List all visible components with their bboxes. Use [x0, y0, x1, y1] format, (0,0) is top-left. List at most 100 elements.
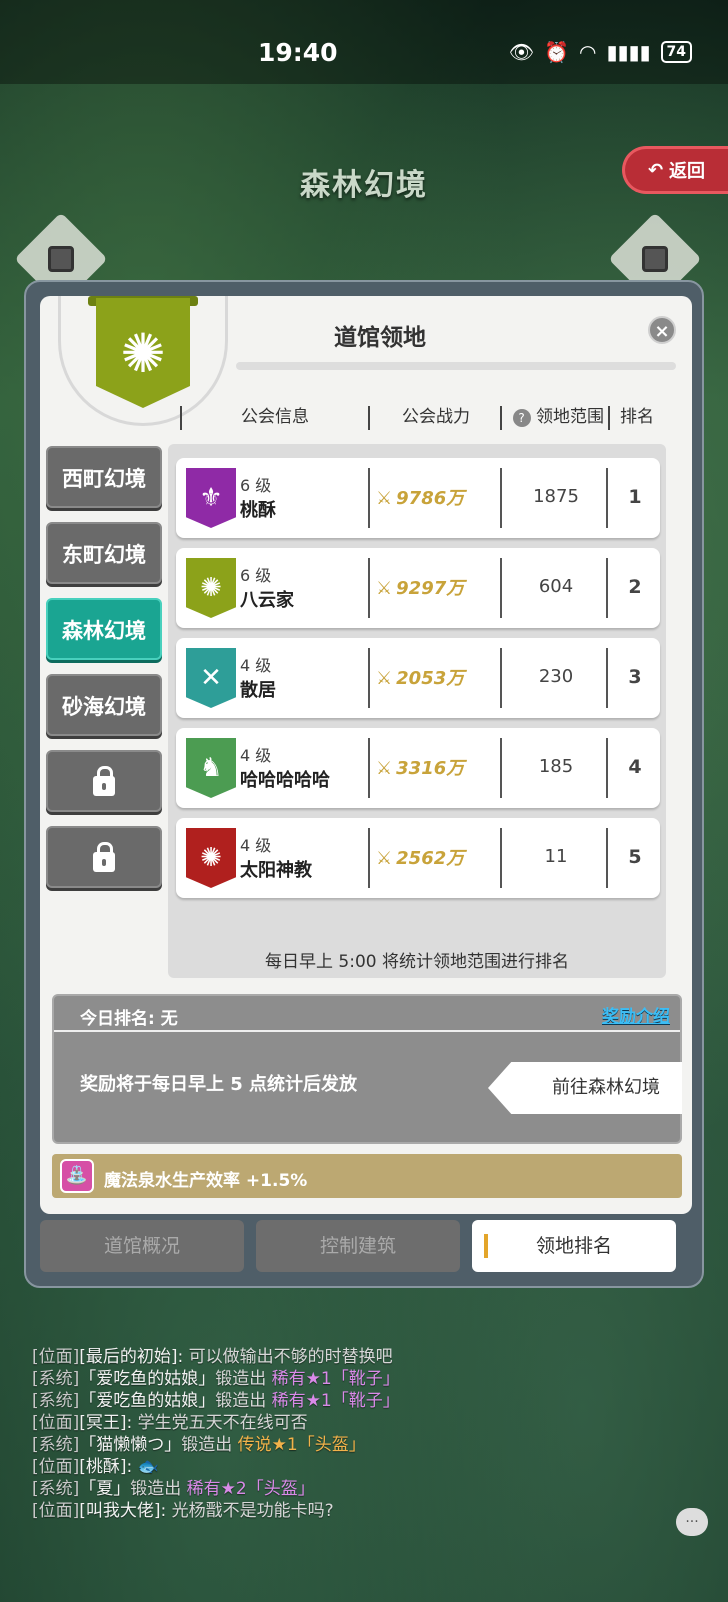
- alarm-icon: ⏰: [544, 40, 570, 64]
- lock-icon: [93, 766, 115, 796]
- tab-territory-ranking[interactable]: 领地排名: [472, 1220, 676, 1272]
- chat-sender[interactable]: [最后的初始]:: [79, 1347, 183, 1367]
- status-time: 19:40: [258, 38, 338, 67]
- guild-power-value: 9786万: [396, 488, 465, 509]
- ranking-row[interactable]: ♞ 4 级 哈哈哈哈哈 ⚔ 3316万 185 4: [176, 728, 660, 808]
- chat-message: 学生党五天不在线可否: [132, 1413, 308, 1433]
- chat-line: [位面][最后的初始]: 可以做输出不够的时替换吧: [32, 1346, 692, 1368]
- guild-power: ⚔ 2053万: [376, 664, 500, 690]
- buff-bar: ⛲ 魔法泉水生产效率 +1.5%: [52, 1154, 682, 1198]
- chat-line: [位面][冥王]: 学生党五天不在线可否: [32, 1412, 692, 1434]
- guild-power: ⚔ 2562万: [376, 844, 500, 870]
- back-button-label: 返回: [669, 161, 706, 182]
- rank-number: 1: [628, 486, 642, 508]
- chat-item-link[interactable]: 稀有★1「靴子」: [272, 1369, 400, 1389]
- chat-sender[interactable]: 「爱吃鱼的姑娘」: [79, 1391, 215, 1411]
- chat-sender[interactable]: 「夏」: [79, 1479, 130, 1499]
- region-tab-locked[interactable]: [46, 826, 162, 888]
- region-tab-forest[interactable]: 森林幻境: [46, 598, 162, 660]
- row-divider: [368, 648, 370, 708]
- sun-icon: ✺: [186, 828, 236, 888]
- row-divider: [368, 558, 370, 618]
- return-arrow-icon: ↶: [647, 159, 664, 181]
- header-guild-info: 公会信息: [241, 407, 309, 427]
- chat-item-link[interactable]: 稀有★2「头盔」: [187, 1479, 315, 1499]
- guild-name: 散居: [240, 680, 276, 701]
- reward-intro-link[interactable]: 奖励介绍: [602, 1002, 670, 1027]
- chat-line: [系统]「夏」锻造出 稀有★2「头盔」: [32, 1478, 692, 1500]
- chat-message: 锻造出: [130, 1479, 187, 1499]
- region-tab-sand[interactable]: 砂海幻境: [46, 674, 162, 736]
- region-tab-west[interactable]: 西町幻境: [46, 446, 162, 508]
- ranking-list: ⚜ 6 级 桃酥 ⚔ 9786万 1875 1 ✺ 6 级 八云家 ⚔ 9297万 …: [168, 444, 666, 978]
- tab-control-buildings[interactable]: 控制建筑: [256, 1220, 460, 1272]
- chat-sender[interactable]: 「爱吃鱼的姑娘」: [79, 1369, 215, 1389]
- territory-range: 604: [538, 576, 574, 597]
- rank-number: 3: [628, 666, 642, 688]
- header-divider: [608, 406, 610, 430]
- guild-power: ⚔ 9297万: [376, 574, 500, 600]
- battery-icon: 74: [660, 41, 692, 63]
- row-divider: [606, 738, 608, 798]
- ranking-row[interactable]: ✕ 4 级 散居 ⚔ 2053万 230 3: [176, 638, 660, 718]
- row-divider: [368, 738, 370, 798]
- map-marker-icon: [642, 246, 668, 272]
- territory-range: 230: [538, 666, 574, 687]
- chat-message: 光杨戬不是功能卡吗?: [166, 1501, 334, 1521]
- territory-range: 185: [538, 756, 574, 777]
- chat-line: [系统]「爱吃鱼的姑娘」锻造出 稀有★1「靴子」: [32, 1390, 692, 1412]
- chat-message: 锻造出: [215, 1391, 272, 1411]
- territory-range: 11: [544, 846, 568, 867]
- region-title: 森林幻境: [300, 168, 428, 203]
- chat-channel: [系统]: [32, 1435, 80, 1455]
- region-tab-locked[interactable]: [46, 750, 162, 812]
- back-button[interactable]: ↶ 返回: [622, 146, 728, 194]
- crossed-swords-icon: ⚔: [376, 848, 393, 869]
- territory-panel: ✺ 道馆领地 × 公会信息 公会战力 ? 领地范围 排名 西町幻境 东町幻境 森…: [24, 280, 704, 1288]
- chat-sender[interactable]: 「猫懒懒つ」: [79, 1435, 181, 1455]
- crossed-swords-icon: ⚔: [376, 758, 393, 779]
- row-divider: [500, 648, 502, 708]
- chat-item-link[interactable]: 稀有★1「靴子」: [272, 1391, 400, 1411]
- status-bar: 19:40 👁 ⏰ ◠ ▮▮▮▮ 74: [0, 0, 728, 84]
- guild-name: 桃酥: [240, 500, 276, 521]
- ranking-row[interactable]: ✺ 4 级 太阳神教 ⚔ 2562万 11 5: [176, 818, 660, 898]
- help-icon[interactable]: ?: [512, 409, 531, 427]
- chat-bubble-icon[interactable]: ···: [676, 1508, 708, 1536]
- chat-sender[interactable]: [冥王]:: [79, 1413, 132, 1433]
- chat-message: 锻造出: [215, 1369, 272, 1389]
- chat-message: 可以做输出不够的时替换吧: [183, 1347, 393, 1367]
- close-button[interactable]: ×: [648, 316, 676, 344]
- chat-line: [系统]「爱吃鱼的姑娘」锻造出 稀有★1「靴子」: [32, 1368, 692, 1390]
- sun-banner-icon: ✺: [96, 298, 190, 408]
- guild-level: 4 级: [240, 836, 272, 855]
- chat-message: 锻造出: [181, 1435, 238, 1455]
- row-divider: [500, 828, 502, 888]
- ranking-row[interactable]: ✺ 6 级 八云家 ⚔ 9297万 604 2: [176, 548, 660, 628]
- chat-channel: [系统]: [32, 1391, 80, 1411]
- row-divider: [500, 468, 502, 528]
- goto-forest-button[interactable]: 前往森林幻境: [488, 1062, 682, 1114]
- column-headers: 公会信息 公会战力 ? 领地范围 排名: [40, 402, 692, 432]
- chat-sender[interactable]: [桃酥]:: [79, 1457, 132, 1477]
- region-tab-east[interactable]: 东町幻境: [46, 522, 162, 584]
- header-divider: [180, 406, 182, 430]
- chat-channel: [系统]: [32, 1369, 80, 1389]
- ranking-note: 每日早上 5:00 将统计领地范围进行排名: [265, 952, 569, 972]
- rank-number: 5: [628, 846, 642, 868]
- ranking-row[interactable]: ⚜ 6 级 桃酥 ⚔ 9786万 1875 1: [176, 458, 660, 538]
- lock-icon: [93, 842, 115, 872]
- crossed-swords-icon: ⚔: [376, 668, 393, 689]
- crossed-swords-icon: ⚔: [376, 578, 393, 599]
- chat-item-link[interactable]: 传说★1「头盔」: [238, 1435, 366, 1455]
- chat-sender[interactable]: [叫我大佬]:: [79, 1501, 166, 1521]
- header-territory[interactable]: ? 领地范围: [504, 402, 604, 432]
- row-divider: [606, 648, 608, 708]
- guild-name: 太阳神教: [240, 860, 312, 881]
- header-rank: 排名: [620, 407, 654, 427]
- tab-gym-overview[interactable]: 道馆概况: [40, 1220, 244, 1272]
- header-divider: [368, 406, 370, 430]
- header-divider: [500, 406, 502, 430]
- chat-channel: [位面]: [32, 1457, 80, 1477]
- eye-icon: 👁: [508, 40, 535, 64]
